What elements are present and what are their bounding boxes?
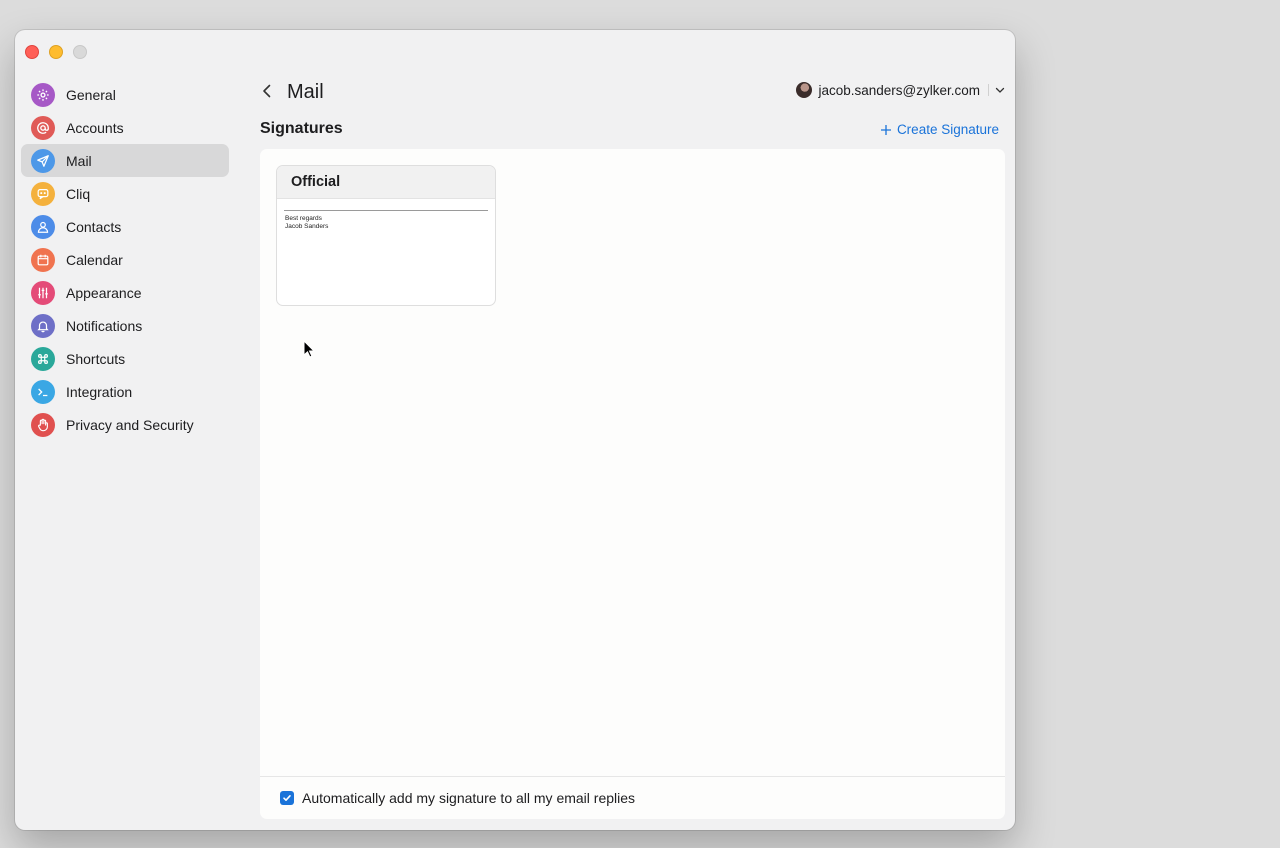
chat-bubble-icon [31, 181, 55, 206]
person-icon [31, 214, 55, 239]
sidebar-item-label: Mail [66, 152, 92, 169]
sliders-icon [31, 280, 55, 305]
minimize-window-button[interactable] [49, 45, 63, 59]
signature-options-footer: Automatically add my signature to all my… [260, 776, 1005, 819]
divider [284, 210, 488, 211]
sidebar-item-integration[interactable]: Integration [21, 375, 229, 408]
chevron-down-icon[interactable] [995, 85, 1005, 95]
sidebar-item-notifications[interactable]: Notifications [21, 309, 229, 342]
sidebar-item-label: Appearance [66, 284, 142, 301]
command-icon [31, 346, 55, 371]
page-header: Mail jacob.sanders@zylker.com [260, 78, 1005, 106]
sidebar-item-general[interactable]: General [21, 78, 229, 111]
signatures-panel: Official Best regards Jacob Sanders Auto… [260, 149, 1005, 819]
signature-preview-line: Best regards [285, 215, 322, 222]
sidebar-item-calendar[interactable]: Calendar [21, 243, 229, 276]
sidebar-item-label: Cliq [66, 185, 91, 202]
main-content: Mail jacob.sanders@zylker.com Signatures… [260, 30, 1005, 830]
account-email: jacob.sanders@zylker.com [818, 82, 980, 98]
sidebar-item-label: Accounts [66, 119, 124, 136]
divider [988, 84, 989, 96]
create-signature-button[interactable]: Create Signature [880, 122, 999, 137]
checkmark-icon [283, 795, 291, 801]
plus-icon [880, 124, 891, 135]
bell-icon [31, 313, 55, 338]
sidebar-item-label: General [66, 86, 116, 103]
mouse-pointer-icon [303, 340, 315, 358]
sidebar-item-accounts[interactable]: Accounts [21, 111, 229, 144]
section-title: Signatures [260, 120, 343, 137]
sidebar-item-label: Calendar [66, 251, 123, 268]
sidebar-item-contacts[interactable]: Contacts [21, 210, 229, 243]
sidebar-item-label: Integration [66, 383, 133, 400]
signature-card-title: Official [277, 166, 495, 199]
sidebar-item-label: Notifications [66, 317, 143, 334]
gear-icon [31, 82, 55, 107]
hand-icon [31, 412, 55, 437]
sidebar-item-label: Privacy and Security [66, 416, 194, 433]
maximize-window-button[interactable] [73, 45, 87, 59]
calendar-icon [31, 247, 55, 272]
close-window-button[interactable] [25, 45, 39, 59]
settings-sidebar: General Accounts Mail Cliq Contacts Cale… [21, 78, 229, 441]
account-selector[interactable]: jacob.sanders@zylker.com [796, 82, 1005, 98]
sidebar-item-label: Contacts [66, 218, 122, 235]
back-chevron-icon[interactable] [260, 82, 274, 100]
terminal-icon [31, 379, 55, 404]
sidebar-item-appearance[interactable]: Appearance [21, 276, 229, 309]
sidebar-item-label: Shortcuts [66, 350, 126, 367]
auto-add-signature-label[interactable]: Automatically add my signature to all my… [302, 790, 635, 806]
window-controls [25, 45, 87, 59]
sidebar-item-shortcuts[interactable]: Shortcuts [21, 342, 229, 375]
settings-window: General Accounts Mail Cliq Contacts Cale… [15, 30, 1015, 830]
page-title: Mail [287, 81, 324, 103]
at-icon [31, 115, 55, 140]
avatar [796, 82, 813, 98]
create-signature-label: Create Signature [896, 122, 999, 137]
sidebar-item-mail[interactable]: Mail [21, 144, 229, 177]
sidebar-item-cliq[interactable]: Cliq [21, 177, 229, 210]
sidebar-item-privacy-and-security[interactable]: Privacy and Security [21, 408, 229, 441]
paper-plane-icon [31, 148, 55, 173]
signature-card[interactable]: Official Best regards Jacob Sanders [276, 165, 496, 306]
auto-add-signature-checkbox[interactable] [280, 791, 294, 805]
signature-preview-line: Jacob Sanders [285, 222, 329, 230]
